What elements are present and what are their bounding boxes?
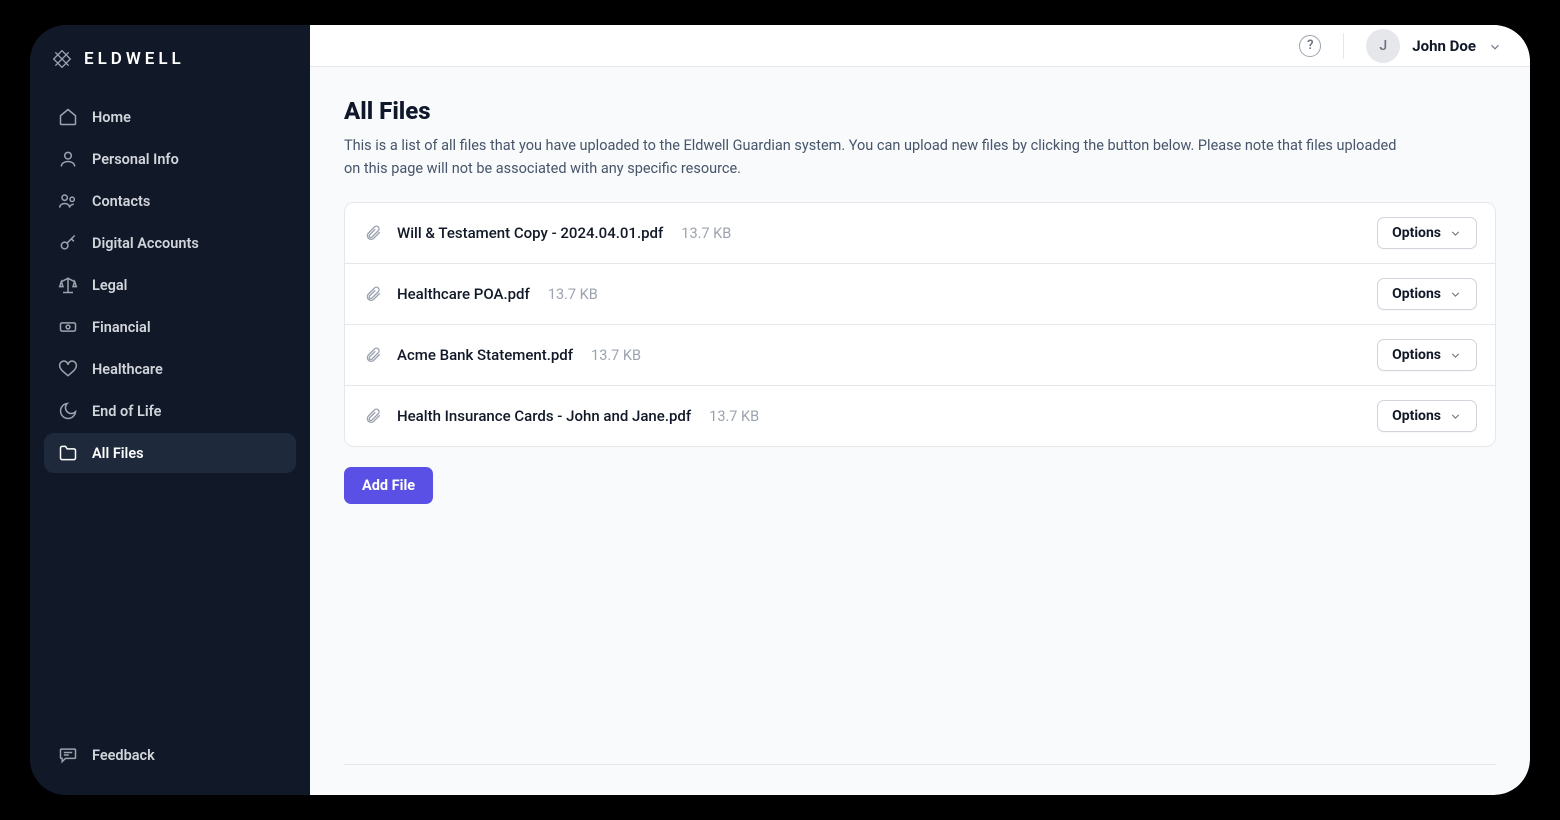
sidebar-item-label: Contacts [92, 193, 150, 210]
file-name: Will & Testament Copy - 2024.04.01.pdf [397, 224, 663, 242]
file-row: Health Insurance Cards - John and Jane.p… [345, 386, 1495, 446]
moon-icon [58, 401, 78, 421]
sidebar-item-healthcare[interactable]: Healthcare [44, 349, 296, 389]
content: All Files This is a list of all files th… [310, 67, 1530, 795]
home-icon [58, 107, 78, 127]
file-row: Will & Testament Copy - 2024.04.01.pdf 1… [345, 203, 1495, 264]
file-options-button[interactable]: Options [1377, 278, 1477, 310]
paperclip-icon [363, 223, 383, 243]
page-description: This is a list of all files that you hav… [344, 135, 1404, 180]
sidebar-nav: Home Personal Info Contacts Digital Acco… [44, 97, 296, 473]
sidebar-item-contacts[interactable]: Contacts [44, 181, 296, 221]
file-size: 13.7 KB [709, 408, 759, 425]
file-options-button[interactable]: Options [1377, 400, 1477, 432]
divider [1343, 33, 1344, 59]
file-size: 13.7 KB [548, 286, 598, 303]
users-icon [58, 191, 78, 211]
sidebar-item-label: Personal Info [92, 151, 179, 168]
sidebar-item-label: All Files [92, 445, 144, 462]
sidebar-item-label: Digital Accounts [92, 235, 199, 252]
key-icon [58, 233, 78, 253]
sidebar-item-digital-accounts[interactable]: Digital Accounts [44, 223, 296, 263]
sidebar: ELDWELL Home Personal Info Contacts Digi… [30, 25, 310, 795]
question-icon: ? [1307, 38, 1313, 53]
footer-divider [344, 764, 1496, 765]
sidebar-item-label: Legal [92, 277, 127, 294]
file-name: Acme Bank Statement.pdf [397, 346, 573, 364]
file-size: 13.7 KB [591, 347, 641, 364]
sidebar-item-legal[interactable]: Legal [44, 265, 296, 305]
sidebar-item-label: End of Life [92, 403, 161, 420]
folder-icon [58, 443, 78, 463]
user-name: John Doe [1412, 37, 1476, 55]
file-options-button[interactable]: Options [1377, 339, 1477, 371]
file-row: Acme Bank Statement.pdf 13.7 KB Options [345, 325, 1495, 386]
topbar: ? J John Doe [310, 25, 1530, 67]
chevron-down-icon [1449, 349, 1462, 362]
file-name: Health Insurance Cards - John and Jane.p… [397, 407, 691, 425]
options-label: Options [1392, 286, 1441, 302]
chevron-down-icon [1488, 39, 1502, 53]
app-window: ELDWELL Home Personal Info Contacts Digi… [30, 25, 1530, 795]
file-list: Will & Testament Copy - 2024.04.01.pdf 1… [344, 202, 1496, 447]
file-options-button[interactable]: Options [1377, 217, 1477, 249]
sidebar-item-label: Home [92, 109, 131, 126]
paperclip-icon [363, 284, 383, 304]
brand-logo-icon [52, 49, 72, 69]
help-button[interactable]: ? [1299, 35, 1321, 57]
file-size: 13.7 KB [681, 225, 731, 242]
add-file-button[interactable]: Add File [344, 467, 433, 504]
file-name: Healthcare POA.pdf [397, 285, 530, 303]
main-panel: ? J John Doe All Files This is a list of… [310, 25, 1530, 795]
chevron-down-icon [1449, 410, 1462, 423]
sidebar-item-home[interactable]: Home [44, 97, 296, 137]
file-row: Healthcare POA.pdf 13.7 KB Options [345, 264, 1495, 325]
banknote-icon [58, 317, 78, 337]
avatar: J [1366, 29, 1400, 63]
chevron-down-icon [1449, 288, 1462, 301]
feedback-link[interactable]: Feedback [44, 735, 296, 775]
feedback-label: Feedback [92, 747, 155, 764]
sidebar-item-financial[interactable]: Financial [44, 307, 296, 347]
scale-icon [58, 275, 78, 295]
options-label: Options [1392, 347, 1441, 363]
page-title: All Files [344, 97, 1496, 125]
brand-name: ELDWELL [84, 49, 185, 69]
sidebar-item-label: Financial [92, 319, 151, 336]
sidebar-footer: Feedback [44, 735, 296, 775]
heart-icon [58, 359, 78, 379]
options-label: Options [1392, 408, 1441, 424]
chat-icon [58, 745, 78, 765]
user-menu[interactable]: J John Doe [1366, 29, 1502, 63]
paperclip-icon [363, 406, 383, 426]
sidebar-item-personal-info[interactable]: Personal Info [44, 139, 296, 179]
chevron-down-icon [1449, 227, 1462, 240]
user-icon [58, 149, 78, 169]
sidebar-item-label: Healthcare [92, 361, 163, 378]
options-label: Options [1392, 225, 1441, 241]
sidebar-item-end-of-life[interactable]: End of Life [44, 391, 296, 431]
paperclip-icon [363, 345, 383, 365]
brand: ELDWELL [44, 49, 296, 69]
sidebar-item-all-files[interactable]: All Files [44, 433, 296, 473]
